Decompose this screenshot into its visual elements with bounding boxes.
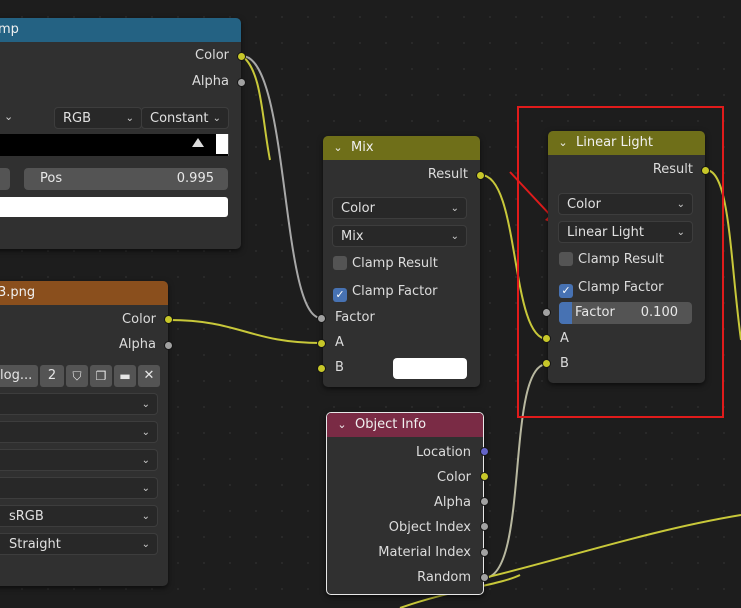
image-color-socket[interactable] bbox=[164, 315, 173, 324]
b-color-swatch[interactable] bbox=[393, 358, 467, 379]
color-mode-dropdown[interactable]: RGB ⌄ bbox=[54, 107, 142, 129]
chevron-down-icon[interactable]: ⌄ bbox=[331, 136, 345, 160]
output-color: Color bbox=[437, 470, 471, 485]
close-icon[interactable]: ✕ bbox=[138, 365, 160, 387]
output-alpha: Alpha bbox=[119, 337, 156, 352]
object-info-object-index-socket[interactable] bbox=[480, 522, 489, 531]
pos-field[interactable]: Pos 0.995 bbox=[24, 168, 228, 190]
ramp-index-field[interactable] bbox=[0, 168, 10, 190]
output-location: Location bbox=[416, 445, 471, 460]
output-random: Random bbox=[417, 570, 471, 585]
image-alpha-socket[interactable] bbox=[164, 341, 173, 350]
chevron-down-icon: ⌄ bbox=[141, 455, 150, 466]
output-object-index: Object Index bbox=[388, 520, 471, 535]
node-title: 3.png bbox=[0, 285, 36, 300]
mix-node[interactable]: ⌄ Mix Result Color ⌄ Mix ⌄ Clamp Result ✓ C… bbox=[323, 136, 480, 387]
projection-dropdown[interactable]: ⌄ bbox=[0, 421, 158, 443]
chevron-down-icon: ⌄ bbox=[212, 113, 221, 124]
colorramp-color-socket[interactable] bbox=[237, 52, 246, 61]
folder-icon[interactable]: ▬ bbox=[114, 365, 136, 387]
extension-dropdown[interactable]: ⌄ bbox=[0, 449, 158, 471]
node-title: Object Info bbox=[355, 417, 427, 432]
chevron-down-icon: ⌄ bbox=[450, 231, 459, 242]
output-alpha: Alpha bbox=[434, 495, 471, 510]
object-info-node[interactable]: ⌄ Object Info Location Color Alpha Objec… bbox=[326, 412, 484, 595]
color-space-dropdown[interactable]: sRGB ⌄ bbox=[0, 505, 158, 527]
output-color: Color bbox=[122, 312, 156, 327]
chevron-down-icon: ⌄ bbox=[141, 539, 150, 550]
output-material-index: Material Index bbox=[378, 545, 471, 560]
object-info-header[interactable]: ⌄ Object Info bbox=[327, 413, 483, 437]
fake-user-shield-icon[interactable]: ⛉ bbox=[66, 365, 88, 387]
clamp-result-toggle[interactable]: Clamp Result bbox=[333, 254, 438, 274]
chevron-down-icon: ⌄ bbox=[141, 511, 150, 522]
chevron-down-icon: ⌄ bbox=[450, 203, 459, 214]
chevron-down-icon: ⌄ bbox=[141, 399, 150, 410]
node-title: Mix bbox=[351, 140, 374, 155]
color-ramp-header[interactable]: mp bbox=[0, 18, 241, 42]
input-factor: Factor bbox=[335, 310, 375, 325]
duplicate-icon[interactable]: ❐ bbox=[90, 365, 112, 387]
mix-a-socket[interactable] bbox=[317, 339, 326, 348]
color-ramp-node[interactable]: mp Color Alpha ⌄ RGB ⌄ Constant ⌄ Pos 0.99… bbox=[0, 18, 241, 249]
clamp-factor-checkbox[interactable]: ✓ bbox=[333, 288, 347, 302]
ramp-color-swatch[interactable] bbox=[0, 197, 228, 217]
object-info-alpha-socket[interactable] bbox=[480, 497, 489, 506]
chevron-down-icon: ⌄ bbox=[141, 427, 150, 438]
user-count-button[interactable]: 2 bbox=[40, 365, 64, 387]
chevron-down-icon: ⌄ bbox=[125, 113, 134, 124]
mix-b-socket[interactable] bbox=[317, 364, 326, 373]
colorramp-alpha-socket[interactable] bbox=[237, 78, 246, 87]
ramp-stop-marker[interactable] bbox=[192, 138, 204, 147]
interpolation-dropdown[interactable]: Constant ⌄ bbox=[141, 107, 229, 129]
chevron-down-icon[interactable]: ⌄ bbox=[335, 413, 349, 437]
chevron-down-icon[interactable]: ⌄ bbox=[4, 110, 13, 123]
alpha-mode-dropdown[interactable]: Straight ⌄ bbox=[0, 533, 158, 555]
input-a: A bbox=[335, 335, 344, 350]
object-info-color-socket[interactable] bbox=[480, 472, 489, 481]
annotation-highlight-box bbox=[517, 106, 724, 418]
source-dropdown[interactable]: ⌄ bbox=[0, 477, 158, 499]
mix-result-socket[interactable] bbox=[476, 171, 485, 180]
chevron-down-icon: ⌄ bbox=[141, 483, 150, 494]
ramp-stop-marker-active[interactable] bbox=[216, 134, 228, 154]
image-texture-node[interactable]: 3.png Color Alpha log... 2 ⛉ ❐ ▬ ✕ ⌄ ⌄ ⌄… bbox=[0, 281, 168, 586]
image-texture-header[interactable]: 3.png bbox=[0, 281, 168, 305]
object-info-location-socket[interactable] bbox=[480, 447, 489, 456]
output-alpha: Alpha bbox=[192, 74, 229, 89]
output-color: Color bbox=[195, 48, 229, 63]
mix-header[interactable]: ⌄ Mix bbox=[323, 136, 480, 160]
clamp-result-checkbox[interactable] bbox=[333, 256, 347, 270]
output-result: Result bbox=[427, 167, 468, 182]
object-info-material-index-socket[interactable] bbox=[480, 548, 489, 557]
blend-mode-dropdown[interactable]: Mix ⌄ bbox=[332, 225, 467, 247]
clamp-factor-toggle[interactable]: ✓ Clamp Factor bbox=[333, 282, 438, 302]
data-type-dropdown[interactable]: Color ⌄ bbox=[332, 197, 467, 219]
node-title: mp bbox=[0, 22, 19, 37]
mix-factor-socket[interactable] bbox=[317, 314, 326, 323]
object-info-random-socket[interactable] bbox=[480, 573, 489, 582]
image-name-field[interactable]: log... bbox=[0, 365, 38, 387]
interpolation-dropdown[interactable]: ⌄ bbox=[0, 393, 158, 415]
